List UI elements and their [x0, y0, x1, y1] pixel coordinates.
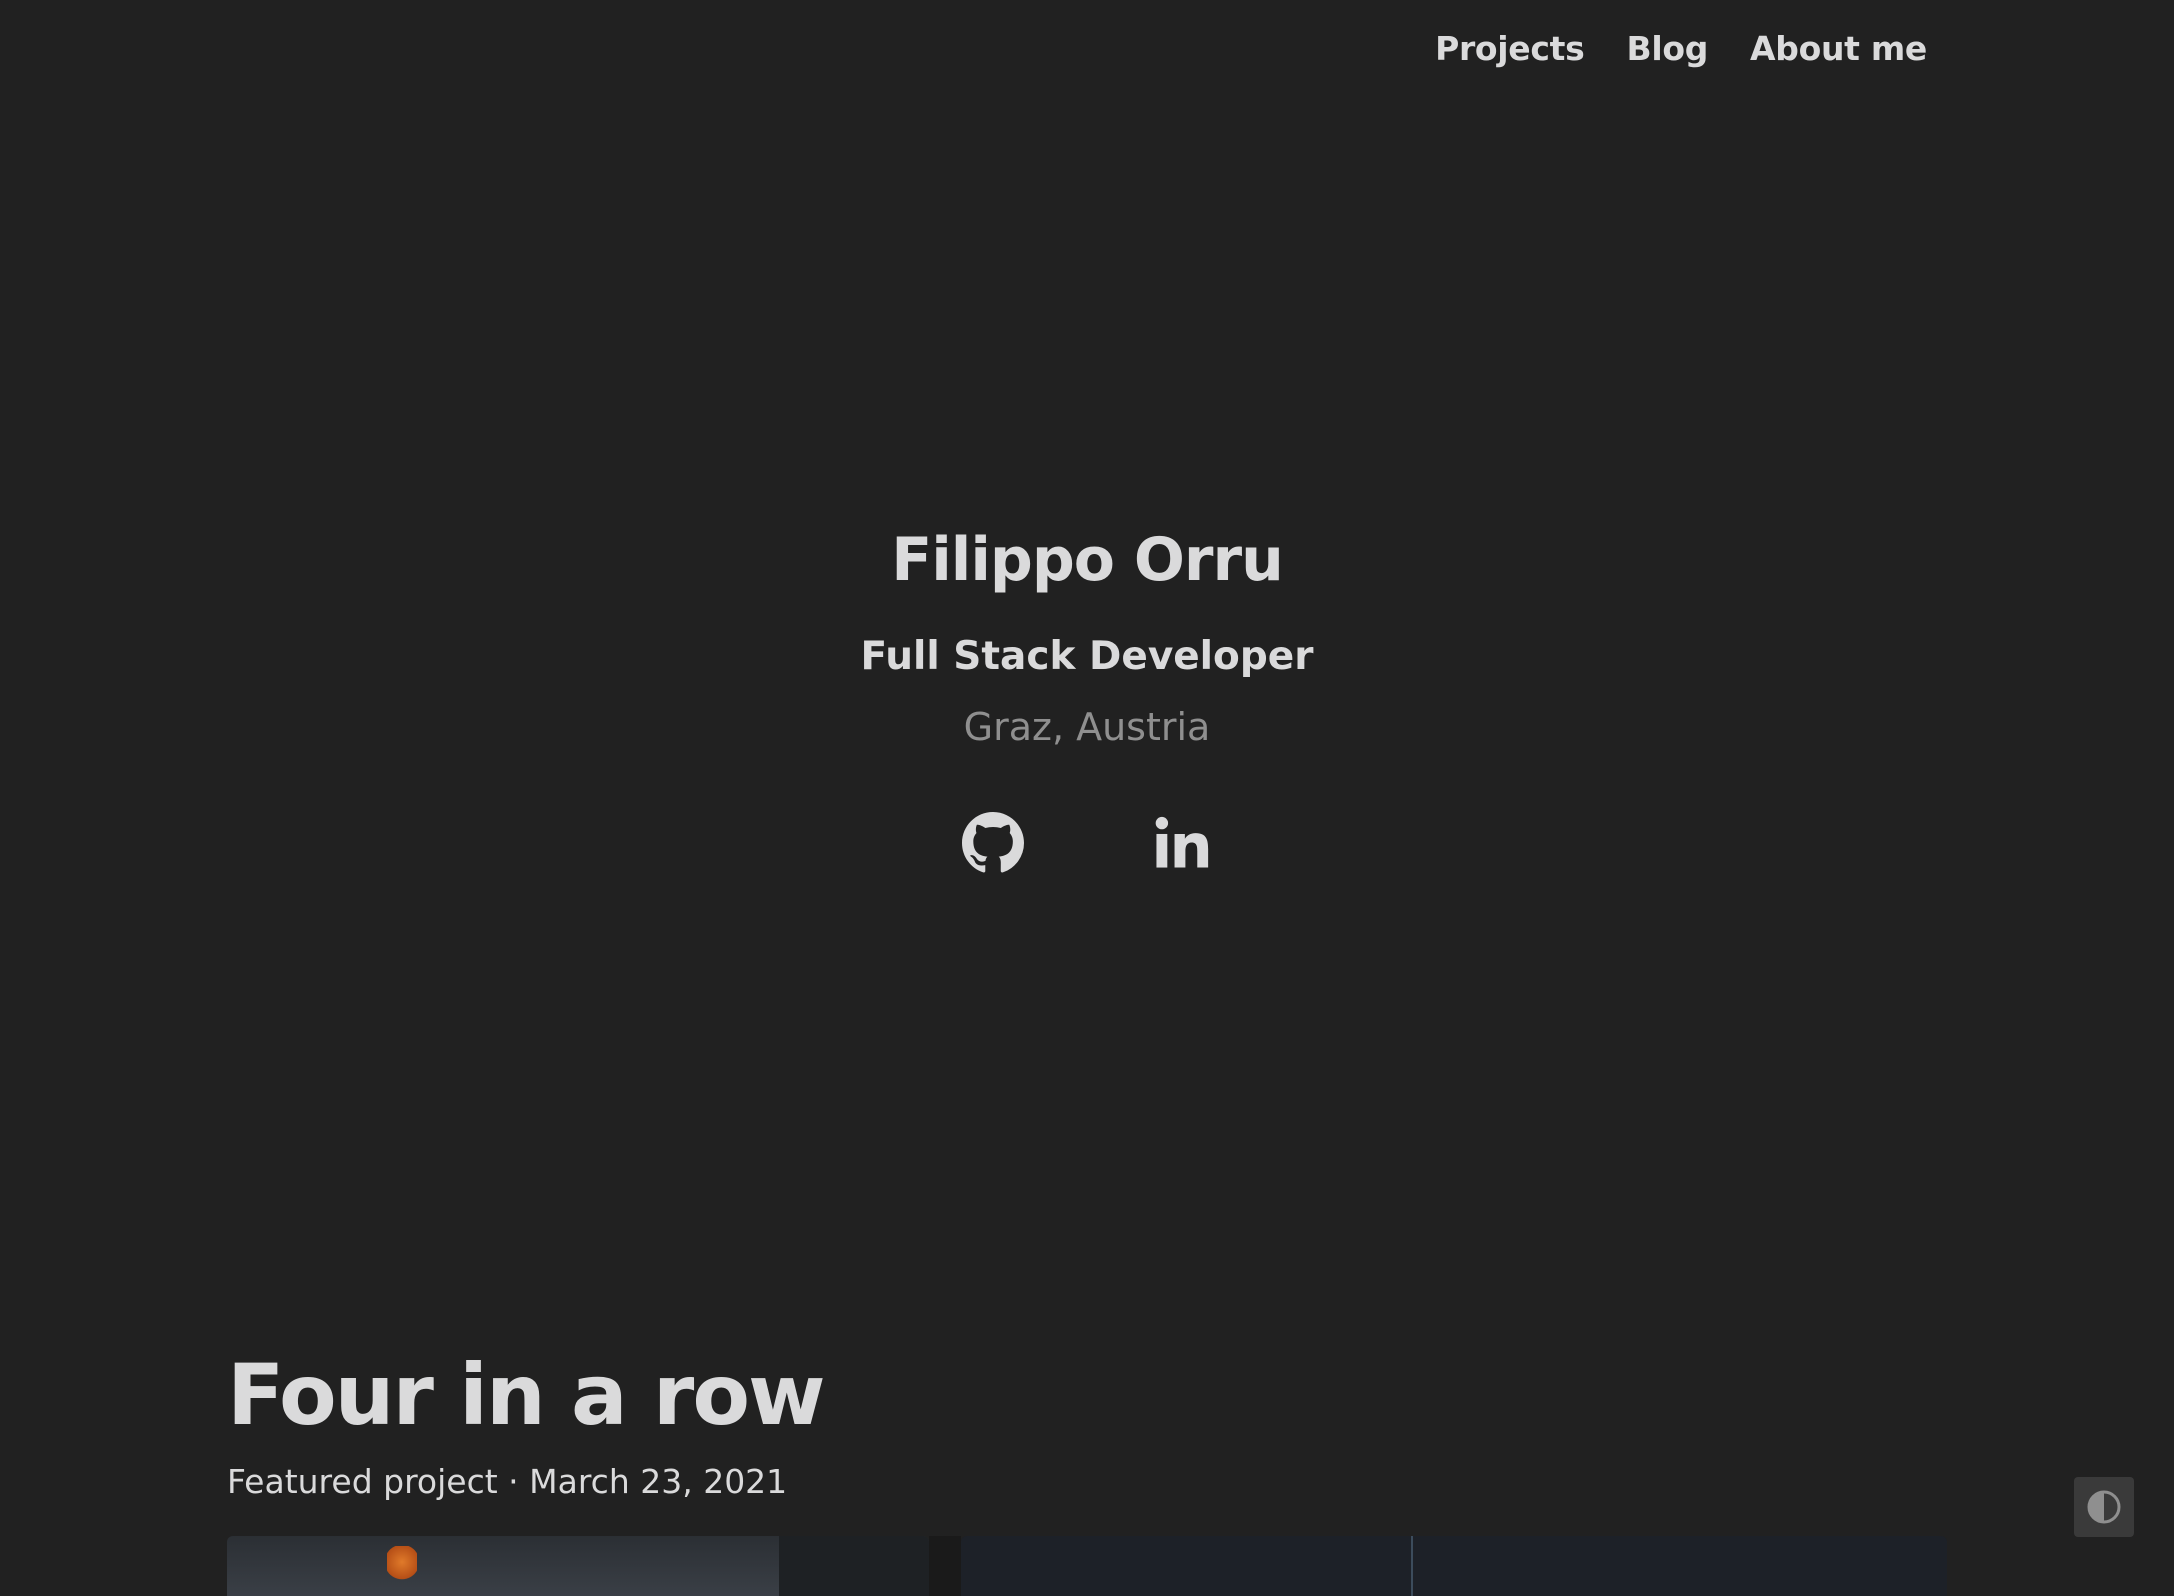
project-meta: Featured project · March 23, 2021 — [227, 1462, 788, 1501]
joker-logo-icon — [387, 1546, 417, 1586]
theme-toggle-button[interactable] — [2074, 1477, 2134, 1537]
nav-link-about-me[interactable]: About me — [1750, 29, 1927, 68]
project-title[interactable]: Four in a row — [227, 1340, 1947, 1450]
featured-project: Four in a row Featured project · March 2… — [227, 1340, 1947, 1504]
screenshot-panel — [779, 1536, 929, 1596]
hero-location: Graz, Austria — [963, 705, 1211, 749]
hero-name: Filippo Orru — [891, 525, 1284, 595]
project-screenshot-2[interactable] — [961, 1536, 1947, 1596]
gallery-divider — [929, 1536, 961, 1596]
github-icon — [962, 812, 1024, 873]
linkedin-link[interactable] — [1150, 812, 1212, 874]
project-gallery — [227, 1536, 1947, 1596]
contrast-icon — [2087, 1490, 2121, 1524]
nav-link-projects[interactable]: Projects — [1435, 29, 1585, 68]
hero-role: Full Stack Developer — [860, 634, 1314, 679]
social-links — [0, 812, 2174, 874]
project-screenshot-1[interactable] — [227, 1536, 929, 1596]
code-split-divider — [1411, 1536, 1413, 1596]
linkedin-icon — [1155, 816, 1209, 868]
nav-link-blog[interactable]: Blog — [1626, 29, 1708, 68]
github-link[interactable] — [962, 812, 1024, 874]
top-nav: Projects Blog About me — [1435, 0, 1927, 96]
